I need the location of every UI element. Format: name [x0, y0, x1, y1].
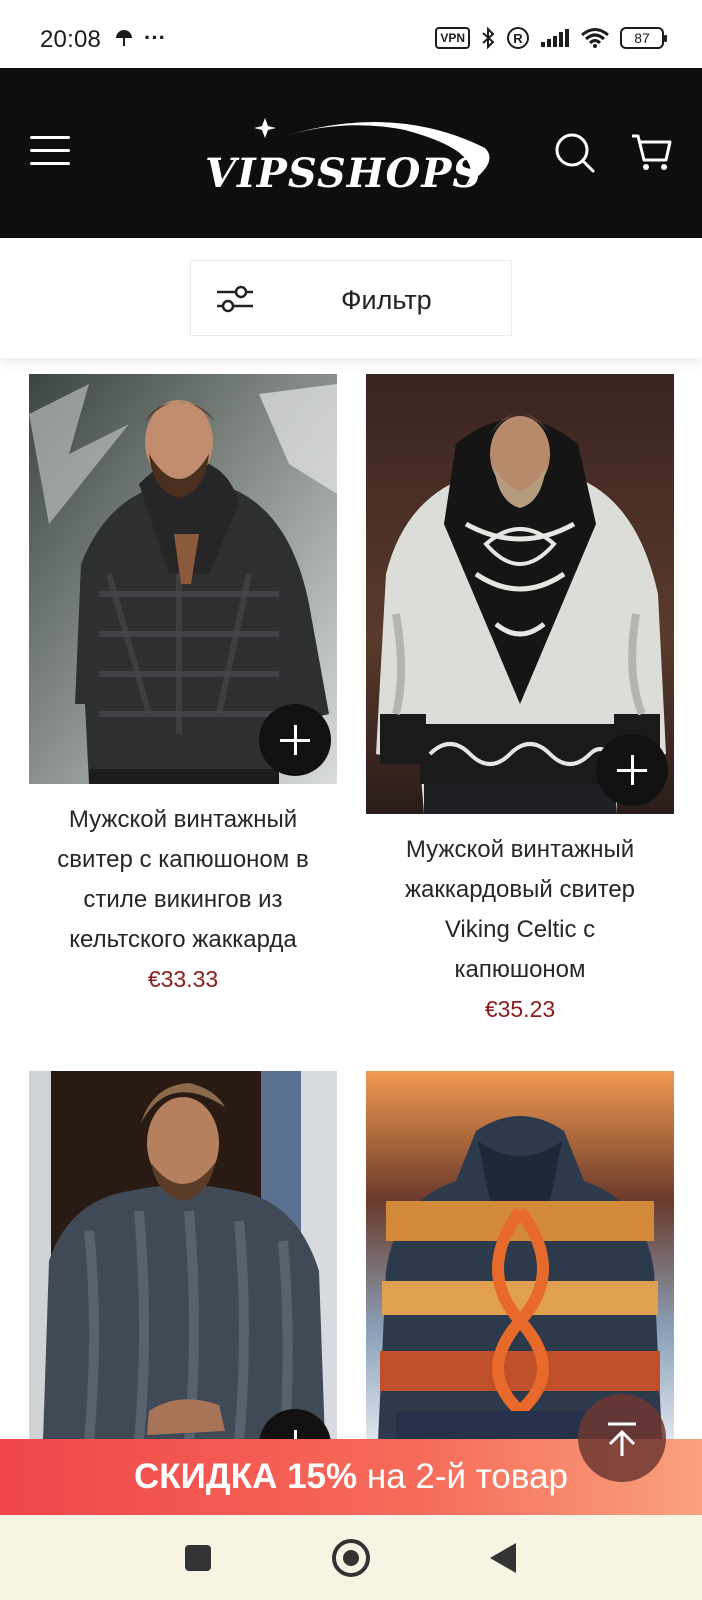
recents-icon[interactable] — [185, 1545, 211, 1571]
system-nav-bar — [0, 1515, 702, 1600]
search-button[interactable] — [554, 132, 596, 174]
wifi-icon — [581, 28, 609, 48]
promo-text: на 2-й товар — [357, 1457, 569, 1496]
product-card[interactable] — [366, 1071, 674, 1441]
product-card[interactable]: Мужской винтажный жаккардовый свитер Vik… — [366, 374, 674, 1023]
add-to-cart-button[interactable] — [596, 734, 668, 806]
filter-bar: Фильтр — [0, 238, 702, 358]
filter-label: Фильтр — [341, 285, 432, 315]
product-title[interactable]: Мужской винтажный жаккардовый свитер Vik… — [366, 830, 674, 990]
registered-icon: R — [507, 27, 529, 49]
site-logo[interactable]: VIPSSHOPS — [205, 108, 505, 198]
site-header: VIPSSHOPS — [0, 68, 702, 238]
product-card[interactable] — [29, 1071, 337, 1441]
product-photo-cable-knit-sweater — [29, 1071, 337, 1441]
bluetooth-icon — [482, 26, 495, 50]
svg-text:R: R — [513, 31, 523, 46]
status-bar: 20:08 ··· VPN R 87 — [0, 0, 702, 68]
signal-icon — [541, 29, 569, 47]
product-image[interactable] — [29, 374, 337, 784]
screen: 20:08 ··· VPN R 87 VIPSSHOPS Фильтр Мужс… — [0, 0, 702, 1600]
cart-icon — [632, 134, 672, 170]
logo-text: VIPSSHOPS — [205, 150, 483, 197]
home-icon[interactable] — [332, 1539, 370, 1577]
cart-button[interactable] — [630, 130, 674, 174]
arrow-up-icon — [608, 1422, 636, 1456]
back-icon[interactable] — [490, 1543, 516, 1573]
filter-button[interactable]: Фильтр — [190, 260, 512, 336]
product-image[interactable] — [366, 1071, 674, 1441]
search-icon — [555, 133, 595, 173]
battery-icon: 87 — [620, 27, 667, 49]
product-photo-hooded-pattern-sweater — [366, 1071, 674, 1441]
status-right-icons: VPN R 87 — [435, 26, 667, 50]
product-card[interactable]: Мужской винтажный свитер с капюшоном в с… — [29, 374, 337, 993]
more-icon: ··· — [144, 25, 166, 50]
product-title[interactable]: Мужской винтажный свитер с капюшоном в с… — [29, 800, 337, 960]
product-image[interactable] — [29, 1071, 337, 1441]
product-price: €33.33 — [147, 966, 219, 992]
promo-discount: СКИДКА 15% — [133, 1457, 358, 1496]
add-to-cart-button[interactable] — [259, 704, 331, 776]
status-time: 20:08 — [40, 26, 102, 53]
umbrella-icon — [116, 30, 132, 46]
vpn-badge: VPN — [435, 27, 470, 49]
status-left-icons: ··· — [114, 25, 166, 50]
product-image[interactable] — [366, 374, 674, 814]
product-price: €35.23 — [484, 996, 556, 1022]
menu-button[interactable] — [30, 136, 70, 166]
sliders-icon — [217, 285, 253, 313]
scroll-to-top-button[interactable] — [578, 1394, 666, 1482]
menu-icon — [30, 136, 70, 139]
